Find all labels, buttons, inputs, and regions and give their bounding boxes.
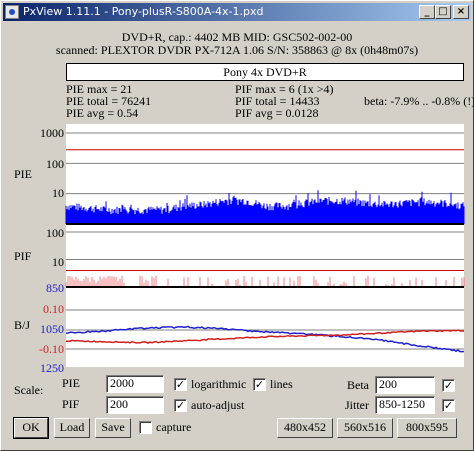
pif-scale-label: PIF: [62, 397, 80, 411]
beta-tick-top: 0.10: [43, 302, 64, 316]
save-button[interactable]: Save: [95, 418, 131, 438]
jitter-tick-850: 850: [46, 281, 64, 295]
pif-tick-10: 10: [52, 255, 64, 269]
ok-button[interactable]: OK: [13, 417, 49, 439]
capture-label: capture: [156, 420, 192, 434]
pif-scale-input[interactable]: 200: [106, 396, 164, 414]
auto-adjust-label: auto-adjust: [191, 398, 245, 412]
pie-plot: [65, 132, 465, 225]
pie-axis-label: PIE: [14, 167, 32, 181]
pif-series: [65, 275, 465, 287]
lines-label: lines: [270, 377, 293, 391]
lines-checkbox[interactable]: ✓: [253, 378, 266, 391]
load-button[interactable]: Load: [54, 418, 90, 438]
pie-scale-input[interactable]: 2000: [106, 375, 164, 393]
beta-scale-label: Beta: [347, 378, 369, 392]
beta-checkbox[interactable]: ✓: [442, 379, 455, 392]
capture-checkbox[interactable]: [139, 421, 152, 434]
size-480x452-button[interactable]: 480x452: [277, 418, 333, 438]
jitter-tick-1050: 1050: [40, 322, 64, 336]
jitter-tick-1250: 1250: [40, 361, 64, 375]
size-560x516-button[interactable]: 560x516: [337, 418, 393, 438]
bj-axis-label: B/J: [14, 318, 31, 332]
pif-plot: [65, 231, 465, 288]
beta-tick-bottom: -0.10: [39, 342, 64, 356]
size-800x595-button[interactable]: 800x595: [397, 418, 457, 438]
jitter-scale-label: Jitter: [345, 398, 369, 412]
pie-series: [65, 190, 465, 224]
pif-axis-label: PIF: [14, 249, 32, 263]
pie-tick-1000: 1000: [40, 126, 64, 140]
auto-adjust-checkbox[interactable]: ✓: [174, 399, 187, 412]
logarithmic-label: logarithmic: [191, 377, 247, 391]
beta-jitter-plot: [65, 309, 465, 353]
pif-tick-100: 100: [46, 226, 64, 240]
jitter-checkbox[interactable]: ✓: [442, 399, 455, 412]
pie-scale-label: PIE: [62, 376, 80, 390]
pie-tick-10: 10: [52, 186, 64, 200]
logarithmic-checkbox[interactable]: ✓: [174, 378, 187, 391]
scale-label: Scale:: [14, 383, 44, 397]
jitter-scale-input[interactable]: 850-1250: [375, 396, 435, 414]
pie-tick-100: 100: [46, 157, 64, 171]
beta-scale-input[interactable]: 200: [375, 376, 435, 394]
